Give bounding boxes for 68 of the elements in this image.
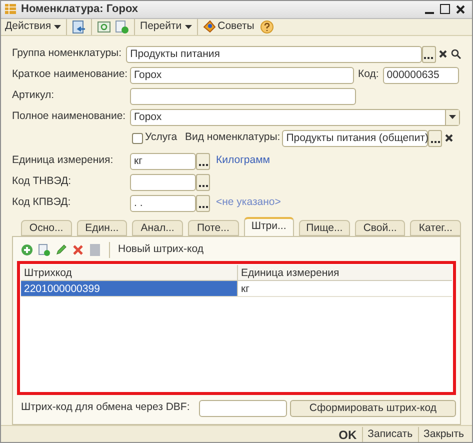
select-button[interactable] xyxy=(196,194,210,212)
generate-barcode-button[interactable]: Сформировать штрих-код xyxy=(290,400,456,416)
tips-button[interactable]: Советы xyxy=(200,18,256,34)
tab[interactable]: Осно... xyxy=(21,220,72,236)
copy-document-icon[interactable] xyxy=(38,244,50,256)
tab[interactable]: Пище... xyxy=(299,220,350,236)
select-button[interactable] xyxy=(422,46,436,62)
tips-icon xyxy=(202,20,216,33)
code-field[interactable]: 000000635 xyxy=(382,66,459,84)
kpved-field[interactable]: . . xyxy=(130,194,196,212)
maximize-icon[interactable] xyxy=(440,4,450,14)
table-cell: 2201000000399 xyxy=(21,280,238,296)
close-icon xyxy=(445,134,454,142)
field-label: Штрих-код для обмена через DBF: xyxy=(21,401,190,414)
caret-icon xyxy=(449,115,456,119)
window-title: Номенклатура: Горох xyxy=(21,2,138,17)
footer-button[interactable]: Записать xyxy=(362,426,418,442)
dbf-barcode-field[interactable] xyxy=(198,400,287,416)
select-button[interactable] xyxy=(196,174,210,190)
field-label: Группа номенклатуры: xyxy=(12,47,122,60)
select-button[interactable] xyxy=(428,130,442,146)
full-name-dropdown[interactable]: Горох xyxy=(130,108,460,126)
column-header[interactable]: Штрихкод xyxy=(21,264,238,280)
caret-icon xyxy=(54,24,62,28)
goto-menu[interactable]: Перейти xyxy=(138,18,194,34)
help-icon[interactable] xyxy=(260,20,274,34)
field-label: Код: xyxy=(358,68,379,80)
tab[interactable]: Катег... xyxy=(410,220,461,236)
item-type-field[interactable]: Продукты питания (общепит) xyxy=(282,130,428,146)
tab[interactable]: Един... xyxy=(76,220,128,236)
short-name-field[interactable]: Горох xyxy=(130,66,354,84)
field-label: Код ТНВЭД: xyxy=(12,175,71,188)
footer-button[interactable]: OK xyxy=(334,426,362,442)
unit-field[interactable]: кг xyxy=(130,152,196,170)
field-label: Код КПВЭД: xyxy=(12,196,71,208)
caret-icon xyxy=(184,24,192,28)
delete-icon[interactable] xyxy=(72,244,84,256)
add-icon[interactable] xyxy=(21,244,33,256)
copy-document-icon[interactable] xyxy=(115,20,130,34)
tab[interactable]: Анал... xyxy=(132,220,183,236)
column-header[interactable]: Единица измерения xyxy=(238,264,452,280)
actions-menu[interactable]: Действия xyxy=(3,18,64,34)
tab[interactable]: Свой... xyxy=(354,220,406,236)
service-checkbox[interactable] xyxy=(132,132,143,144)
select-button[interactable] xyxy=(196,152,210,170)
article-field[interactable] xyxy=(130,88,356,104)
tab[interactable]: Штри... xyxy=(244,216,294,236)
tnved-field[interactable] xyxy=(130,174,196,190)
footer-button[interactable]: Закрыть xyxy=(418,426,469,442)
unit-link[interactable]: Килограмм xyxy=(216,153,270,169)
search-icon[interactable] xyxy=(451,49,461,59)
close-icon xyxy=(438,50,447,58)
field-label: Вид номенклатуры: xyxy=(185,131,280,144)
catalog-icon xyxy=(5,4,16,14)
new-barcode-button[interactable]: Новый штрих-код xyxy=(118,242,204,258)
close-icon[interactable] xyxy=(456,4,465,14)
save-close-icon[interactable] xyxy=(72,20,86,34)
tab[interactable]: Поте... xyxy=(188,220,238,236)
group-field[interactable]: Продукты питания xyxy=(126,46,422,62)
field-label: Артикул: xyxy=(12,89,54,102)
field-label: Полное наименование: xyxy=(12,110,126,122)
table-row[interactable]: 2201000000399 кг xyxy=(21,280,452,296)
pencil-icon[interactable] xyxy=(55,244,67,256)
field-label: Единица измерения: xyxy=(12,154,114,166)
field-label: Услуга xyxy=(145,131,178,144)
refresh-icon[interactable] xyxy=(97,20,112,34)
field-label: Краткое наименование: xyxy=(12,68,128,80)
table-cell-text: кг xyxy=(240,282,250,296)
